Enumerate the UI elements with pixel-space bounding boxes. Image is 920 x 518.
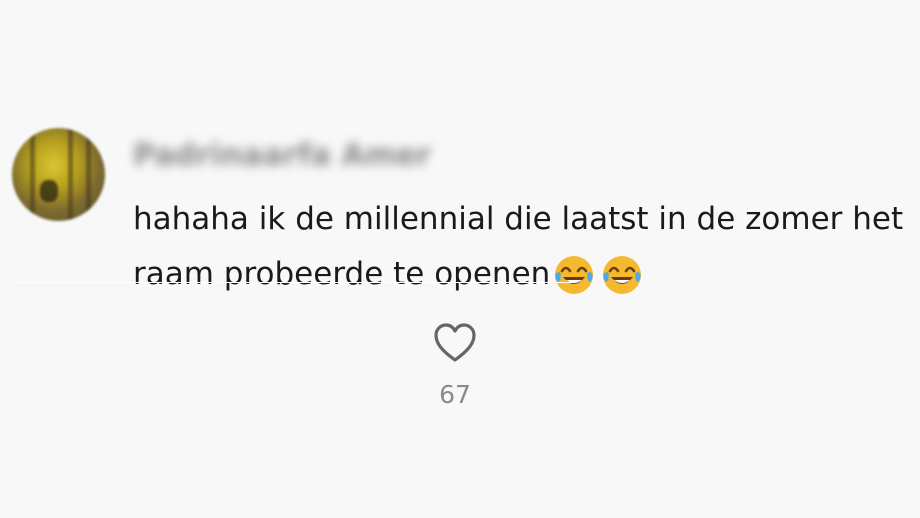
comment-text: hahaha ik de millennial die laatst in de…	[133, 192, 920, 303]
username[interactable]: Padrinaarfa Amer	[133, 138, 431, 173]
face-with-tears-of-joy-icon	[555, 256, 594, 294]
comment-text-content: hahaha ik de millennial die laatst in de…	[133, 201, 913, 292]
like-area: 67	[430, 322, 480, 422]
avatar-detail	[68, 128, 73, 221]
avatar[interactable]	[12, 128, 105, 221]
face-with-tears-of-joy-icon	[603, 256, 642, 294]
avatar-detail	[30, 128, 35, 221]
divider	[12, 282, 572, 283]
comment-item: Padrinaarfa Amer hahaha ik de millennial…	[0, 0, 920, 518]
avatar-detail	[86, 128, 91, 221]
avatar-detail	[40, 180, 58, 202]
heart-outline-icon[interactable]	[433, 322, 477, 364]
emoji-row	[552, 248, 648, 303]
like-count: 67	[439, 380, 471, 409]
